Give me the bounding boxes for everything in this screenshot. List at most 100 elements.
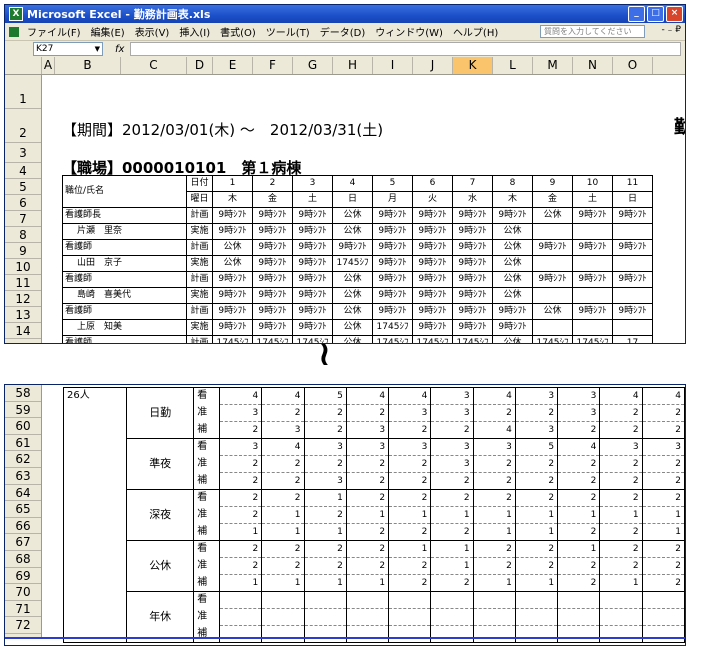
count-cell[interactable]: 3 bbox=[557, 404, 601, 422]
count-cell[interactable]: 2 bbox=[388, 472, 432, 490]
plan-cell[interactable]: 9時ｼﾌﾄ bbox=[572, 303, 613, 320]
row-header-9[interactable]: 9 bbox=[5, 243, 41, 259]
actual-cell[interactable]: 9時ｼﾌﾄ bbox=[212, 319, 253, 336]
actual-cell[interactable]: 9時ｼﾌﾄ bbox=[412, 255, 453, 272]
date-cell[interactable]: 1 bbox=[212, 175, 253, 192]
plan-cell[interactable]: 9時ｼﾌﾄ bbox=[212, 271, 253, 288]
column-header-k[interactable]: K bbox=[453, 57, 493, 74]
count-cell[interactable] bbox=[345, 608, 390, 626]
column-header-f[interactable]: F bbox=[253, 57, 293, 74]
staff-title[interactable]: 看護師 bbox=[62, 271, 187, 288]
count-cell[interactable]: 3 bbox=[472, 438, 516, 456]
menu-tools[interactable]: ツール(T) bbox=[261, 24, 315, 39]
count-cell[interactable]: 2 bbox=[388, 523, 432, 541]
count-cell[interactable]: 2 bbox=[641, 472, 685, 490]
actual-cell[interactable]: 1745ｼﾌ bbox=[332, 255, 373, 272]
count-cell[interactable]: 4 bbox=[345, 387, 390, 405]
count-cell[interactable] bbox=[514, 625, 559, 643]
actual-cell[interactable]: 公休 bbox=[332, 287, 373, 304]
dow-cell[interactable]: 木 bbox=[212, 191, 253, 208]
date-cell[interactable]: 2 bbox=[252, 175, 293, 192]
count-cell[interactable]: 2 bbox=[218, 557, 263, 575]
row-header-3[interactable]: 3 bbox=[5, 143, 41, 163]
count-cell[interactable]: 2 bbox=[303, 557, 347, 575]
plan-cell[interactable]: 9時ｼﾌﾄ bbox=[292, 271, 333, 288]
plan-cell[interactable]: 9時ｼﾌﾄ bbox=[292, 239, 333, 256]
column-header-l[interactable]: L bbox=[493, 57, 533, 74]
count-cell[interactable]: 2 bbox=[599, 472, 643, 490]
row-header-64[interactable]: 64 bbox=[5, 485, 41, 502]
dow-cell[interactable]: 金 bbox=[252, 191, 293, 208]
menu-file[interactable]: ファイル(F) bbox=[22, 24, 86, 39]
plan-cell[interactable]: 9時ｼﾌﾄ bbox=[492, 207, 533, 224]
count-cell[interactable]: 2 bbox=[599, 455, 643, 473]
row-header-65[interactable]: 65 bbox=[5, 501, 41, 518]
row-header-8[interactable]: 8 bbox=[5, 227, 41, 243]
actual-cell[interactable] bbox=[532, 255, 573, 272]
row-header-63[interactable]: 63 bbox=[5, 468, 41, 485]
actual-cell[interactable]: 9時ｼﾌﾄ bbox=[372, 287, 413, 304]
count-cell[interactable] bbox=[557, 591, 601, 609]
count-cell[interactable]: 1 bbox=[641, 523, 685, 541]
count-cell[interactable]: 1 bbox=[430, 506, 474, 524]
plan-cell[interactable]: 9時ｼﾌﾄ bbox=[252, 303, 293, 320]
count-cell[interactable]: 4 bbox=[261, 438, 305, 456]
minimize-button[interactable]: _ bbox=[628, 6, 645, 22]
count-cell[interactable]: 3 bbox=[430, 387, 474, 405]
row-header-71[interactable]: 71 bbox=[5, 601, 41, 618]
count-cell[interactable]: 4 bbox=[599, 387, 643, 405]
count-cell[interactable] bbox=[261, 591, 305, 609]
plan-cell[interactable]: 9時ｼﾌﾄ bbox=[612, 303, 653, 320]
plan-cell[interactable]: 9時ｼﾌﾄ bbox=[452, 303, 493, 320]
count-cell[interactable] bbox=[430, 608, 474, 626]
count-cell[interactable]: 3 bbox=[218, 404, 263, 422]
count-cell[interactable]: 2 bbox=[641, 421, 685, 439]
count-cell[interactable]: 1 bbox=[472, 523, 516, 541]
staff-name[interactable]: 片瀬 里奈 bbox=[62, 223, 187, 240]
count-cell[interactable]: 3 bbox=[388, 438, 432, 456]
count-cell[interactable]: 3 bbox=[599, 438, 643, 456]
count-cell[interactable]: 1 bbox=[388, 506, 432, 524]
column-header-g[interactable]: G bbox=[293, 57, 333, 74]
count-cell[interactable]: 1 bbox=[261, 506, 305, 524]
actual-cell[interactable]: 9時ｼﾌﾄ bbox=[252, 287, 293, 304]
count-cell[interactable] bbox=[641, 608, 685, 626]
plan-cell[interactable]: 9時ｼﾌﾄ bbox=[252, 239, 293, 256]
count-cell[interactable]: 1 bbox=[514, 574, 559, 592]
actual-cell[interactable]: 9時ｼﾌﾄ bbox=[372, 255, 413, 272]
plan-cell[interactable]: 9時ｼﾌﾄ bbox=[572, 271, 613, 288]
plan-cell[interactable]: 1745ｼﾌ bbox=[252, 335, 293, 343]
count-cell[interactable]: 4 bbox=[261, 387, 305, 405]
count-cell[interactable]: 3 bbox=[557, 387, 601, 405]
count-cell[interactable]: 3 bbox=[345, 438, 390, 456]
dow-cell[interactable]: 水 bbox=[452, 191, 493, 208]
count-cell[interactable]: 5 bbox=[303, 387, 347, 405]
actual-cell[interactable]: 9時ｼﾌﾄ bbox=[372, 223, 413, 240]
shift-category[interactable]: 準夜 bbox=[126, 438, 195, 490]
actual-cell[interactable]: 9時ｼﾌﾄ bbox=[292, 255, 333, 272]
menu-data[interactable]: データ(D) bbox=[315, 24, 371, 39]
count-cell[interactable] bbox=[557, 625, 601, 643]
row-header-11[interactable]: 11 bbox=[5, 275, 41, 291]
count-cell[interactable]: 2 bbox=[218, 489, 263, 507]
count-cell[interactable]: 2 bbox=[303, 506, 347, 524]
plan-cell[interactable]: 9時ｼﾌﾄ bbox=[252, 207, 293, 224]
plan-cell[interactable]: 公休 bbox=[332, 271, 373, 288]
count-cell[interactable]: 2 bbox=[345, 540, 390, 558]
count-cell[interactable]: 2 bbox=[514, 489, 559, 507]
column-header-j[interactable]: J bbox=[413, 57, 453, 74]
count-cell[interactable]: 1 bbox=[641, 506, 685, 524]
count-cell[interactable]: 2 bbox=[557, 421, 601, 439]
count-cell[interactable]: 1 bbox=[557, 540, 601, 558]
plan-cell[interactable]: 公休 bbox=[492, 335, 533, 343]
count-cell[interactable] bbox=[345, 591, 390, 609]
row-header-14[interactable]: 14 bbox=[5, 323, 41, 339]
actual-cell[interactable] bbox=[572, 287, 613, 304]
count-cell[interactable] bbox=[514, 608, 559, 626]
count-cell[interactable]: 2 bbox=[218, 506, 263, 524]
actual-cell[interactable]: 1745ｼﾌ bbox=[372, 319, 413, 336]
count-cell[interactable]: 2 bbox=[261, 455, 305, 473]
count-cell[interactable] bbox=[388, 625, 432, 643]
count-cell[interactable]: 5 bbox=[514, 438, 559, 456]
count-cell[interactable]: 2 bbox=[641, 489, 685, 507]
